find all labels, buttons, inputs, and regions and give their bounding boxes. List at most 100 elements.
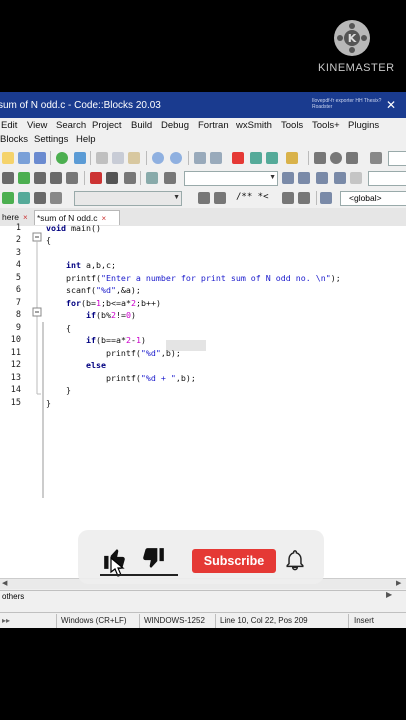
macro-icon[interactable] xyxy=(370,152,382,164)
code-line-13: printf("%d + ",b); xyxy=(46,373,196,383)
jump-back-icon[interactable] xyxy=(298,172,310,184)
symbol-select-value: <global> xyxy=(349,193,382,203)
debug-start-icon[interactable] xyxy=(90,172,102,184)
scroll-left-icon[interactable]: ◀ xyxy=(2,579,7,587)
line-number: 5 xyxy=(15,273,21,283)
doxy-run-icon[interactable] xyxy=(214,192,226,204)
menu-edit[interactable]: Edit xyxy=(1,120,17,131)
run-icon[interactable] xyxy=(18,172,30,184)
code-line-11: printf("%d",b); xyxy=(46,348,181,358)
play-next-icon[interactable] xyxy=(346,152,358,164)
tab-close-icon[interactable]: × xyxy=(101,214,106,223)
line-number: 13 xyxy=(10,373,21,383)
line-number: 7 xyxy=(15,298,21,308)
run-small-icon[interactable] xyxy=(2,192,14,204)
gear-build-icon[interactable] xyxy=(2,172,14,184)
abort-icon[interactable] xyxy=(66,172,78,184)
copy-icon[interactable] xyxy=(112,152,124,164)
refresh-icon[interactable] xyxy=(56,152,68,164)
window-title: sum of N odd.c - Code::Blocks 20.03 xyxy=(0,100,161,111)
stop-icon[interactable] xyxy=(50,192,62,204)
menu-search[interactable]: Search xyxy=(56,120,86,131)
menu-tools[interactable]: Tools xyxy=(281,120,303,131)
rebuild-icon[interactable] xyxy=(50,172,62,184)
wand-icon[interactable] xyxy=(320,192,332,204)
replace-icon[interactable] xyxy=(170,152,182,164)
step-back-icon[interactable] xyxy=(314,152,326,164)
scroll-right-icon[interactable]: ▶ xyxy=(396,579,401,587)
build-target-select[interactable]: ▼ xyxy=(184,171,278,186)
close-icon[interactable]: ✕ xyxy=(386,98,396,112)
paste-icon[interactable] xyxy=(128,152,140,164)
bookmark-icon[interactable] xyxy=(232,152,244,164)
line-number: 15 xyxy=(10,398,21,408)
changed-lines-marker xyxy=(42,322,44,498)
redo-icon[interactable] xyxy=(74,152,86,164)
jump-icon[interactable] xyxy=(282,172,294,184)
debug-continue-icon[interactable] xyxy=(18,192,30,204)
status-line-ending: Windows (CR+LF) xyxy=(61,616,127,625)
status-encoding: WINDOWS-1252 xyxy=(144,616,205,625)
bookmark-next-icon[interactable] xyxy=(266,152,278,164)
code-line-14: } xyxy=(46,385,71,395)
tab-close-icon[interactable]: × xyxy=(23,213,28,222)
bookmark-clear-icon[interactable] xyxy=(286,152,298,164)
bookmark-prev-icon[interactable] xyxy=(250,152,262,164)
menu-plugins[interactable]: Plugins xyxy=(348,120,379,131)
code-completion-combo[interactable] xyxy=(368,171,406,186)
code-line-7: for(b=1;b<=a*2;b++) xyxy=(65,298,161,308)
menu-fortran[interactable]: Fortran xyxy=(198,120,229,131)
doxy-icon[interactable] xyxy=(198,192,210,204)
kinemaster-logo-icon: K xyxy=(334,20,370,56)
step-into-icon[interactable] xyxy=(124,172,136,184)
code-editor[interactable]: 1 2 3 4 5 6 7 8 9 10 11 12 13 14 15 void… xyxy=(0,223,406,580)
line-number: 12 xyxy=(10,360,21,370)
debug-window-icon[interactable] xyxy=(146,172,158,184)
code-line-8: if(b%2!=0) xyxy=(85,310,136,320)
comment-block-button[interactable]: /** *< xyxy=(236,192,269,202)
status-mode: Insert xyxy=(354,616,375,625)
menu-blocks[interactable]: Blocks xyxy=(0,134,28,145)
menu-build[interactable]: Build xyxy=(131,120,152,131)
status-bar: ▸▸ Windows (CR+LF) WINDOWS-1252 Line 10,… xyxy=(0,612,406,628)
debug-info-icon[interactable] xyxy=(164,172,176,184)
menu-project[interactable]: Project xyxy=(92,120,122,131)
match-case-icon[interactable] xyxy=(334,172,346,184)
settings-icon[interactable] xyxy=(34,192,46,204)
debug-pause-icon[interactable] xyxy=(106,172,118,184)
code-line-5: printf("Enter a number for print sum of … xyxy=(46,273,341,283)
line-number: 14 xyxy=(10,385,21,395)
menu-toolsplus[interactable]: Tools+ xyxy=(312,120,340,131)
folder-icon[interactable] xyxy=(2,152,14,164)
search-symbol-icon[interactable] xyxy=(316,172,328,184)
code-line-6: scanf("%d",&a); xyxy=(46,285,141,295)
thumbs-down-icon[interactable] xyxy=(140,546,166,572)
comment-menu-icon[interactable] xyxy=(298,192,310,204)
arrow-right-icon[interactable] xyxy=(210,152,222,164)
build-run-icon[interactable] xyxy=(34,172,46,184)
regex-icon[interactable] xyxy=(350,172,362,184)
save-icon[interactable] xyxy=(18,152,30,164)
menu-view[interactable]: View xyxy=(27,120,47,131)
toolbar-codecompletion: ▼ /** *< <global> xyxy=(0,188,406,208)
arrow-left-icon[interactable] xyxy=(194,152,206,164)
line-number: 10 xyxy=(10,335,21,345)
symbol-select[interactable]: <global> xyxy=(340,191,406,206)
logs-label[interactable]: others xyxy=(2,592,24,601)
menu-wxsmith[interactable]: wxSmith xyxy=(236,120,272,131)
tab-label: here xyxy=(2,212,20,222)
save-all-icon[interactable] xyxy=(34,152,46,164)
toolbar-combo-right[interactable] xyxy=(388,151,406,166)
menu-debug[interactable]: Debug xyxy=(161,120,189,131)
scope-select[interactable]: ▼ xyxy=(74,191,182,206)
menu-help[interactable]: Help xyxy=(76,134,96,145)
line-number: 9 xyxy=(15,323,21,333)
cut-icon[interactable] xyxy=(96,152,108,164)
comment-extract-icon[interactable] xyxy=(282,192,294,204)
bell-icon[interactable] xyxy=(284,548,306,572)
menu-settings[interactable]: Settings xyxy=(34,134,68,145)
logs-scroll-icon[interactable]: ▶ xyxy=(386,590,392,599)
find-icon[interactable] xyxy=(152,152,164,164)
subscribe-button[interactable]: Subscribe xyxy=(192,549,276,573)
record-icon[interactable] xyxy=(330,152,342,164)
